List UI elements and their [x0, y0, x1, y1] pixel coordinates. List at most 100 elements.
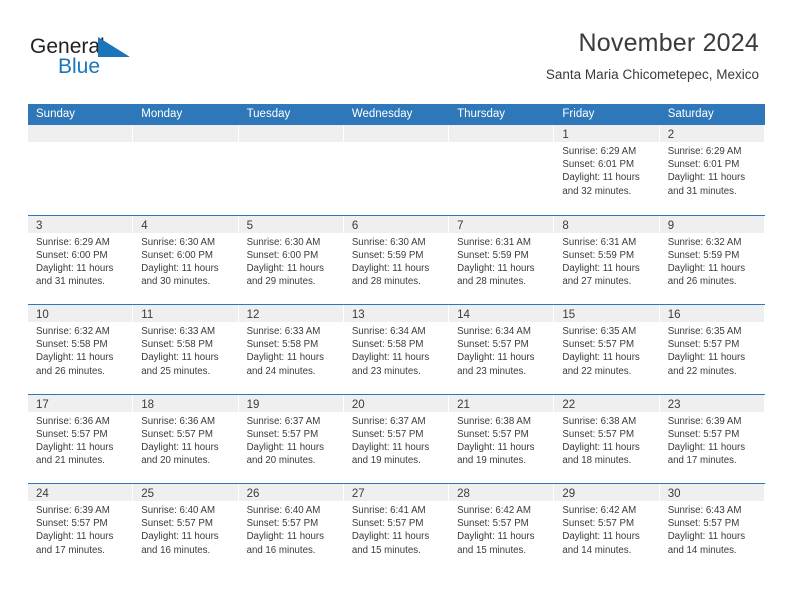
day-cell[interactable]: 9 Sunrise: 6:32 AM Sunset: 5:59 PM Dayli… [659, 215, 765, 304]
sunset-text: Sunset: 5:57 PM [246, 428, 319, 440]
date-band: 27 [343, 484, 449, 501]
day-info: Sunrise: 6:41 AM Sunset: 5:57 PM Dayligh… [344, 501, 448, 557]
day-cell[interactable] [238, 125, 344, 215]
day-cell[interactable]: 30 Sunrise: 6:43 AM Sunset: 5:57 PM Dayl… [659, 484, 765, 573]
brand-logo[interactable]: General Blue [30, 36, 150, 82]
week-row: 1 Sunrise: 6:29 AM Sunset: 6:01 PM Dayli… [28, 125, 765, 215]
date-number: 24 [36, 488, 49, 500]
daylight-text-line1: Daylight: 11 hours [141, 352, 219, 364]
sunrise-text: Sunrise: 6:40 AM [246, 505, 321, 516]
day-cell[interactable]: 24 Sunrise: 6:39 AM Sunset: 5:57 PM Dayl… [28, 484, 134, 573]
sunrise-text: Sunrise: 6:34 AM [457, 326, 531, 337]
daylight-text-line2: and 17 minutes. [667, 455, 737, 467]
date-number: 10 [36, 309, 49, 321]
daylight-text-line1: Daylight: 11 hours [667, 352, 746, 364]
daylight-text-line2: and 17 minutes. [36, 544, 105, 556]
day-cell[interactable]: 1 Sunrise: 6:29 AM Sunset: 6:01 PM Dayli… [554, 125, 660, 215]
sunrise-text: Sunrise: 6:42 AM [562, 505, 637, 516]
sunrise-text: Sunrise: 6:36 AM [36, 415, 110, 427]
sunrise-text: Sunrise: 6:39 AM [667, 415, 742, 427]
date-band: 6 [343, 215, 449, 233]
day-info: Sunrise: 6:33 AM Sunset: 5:58 PM Dayligh… [239, 322, 343, 378]
day-cell[interactable]: 2 Sunrise: 6:29 AM Sunset: 6:01 PM Dayli… [659, 125, 765, 215]
day-cell[interactable]: 18 Sunrise: 6:36 AM Sunset: 5:57 PM Dayl… [133, 394, 239, 483]
date-band: 8 [554, 215, 659, 233]
day-cell[interactable]: 14 Sunrise: 6:34 AM Sunset: 5:57 PM Dayl… [449, 305, 555, 394]
day-info: Sunrise: 6:29 AM Sunset: 6:01 PM Dayligh… [660, 142, 764, 198]
sunrise-text: Sunrise: 6:29 AM [36, 236, 110, 248]
daylight-text-line1: Daylight: 11 hours [667, 441, 746, 453]
date-number: 21 [457, 398, 470, 411]
date-band: 26 [238, 484, 343, 501]
day-cell[interactable]: 15 Sunrise: 6:35 AM Sunset: 5:57 PM Dayl… [554, 305, 660, 394]
date-number: 14 [457, 309, 470, 321]
day-cell[interactable]: 27 Sunrise: 6:41 AM Sunset: 5:57 PM Dayl… [343, 484, 450, 573]
daylight-text-line1: Daylight: 11 hours [562, 172, 640, 184]
sunrise-text: Sunrise: 6:41 AM [351, 505, 426, 516]
day-cell[interactable]: 11 Sunrise: 6:33 AM Sunset: 5:58 PM Dayl… [133, 305, 239, 394]
sunset-text: Sunset: 5:59 PM [457, 249, 529, 261]
daylight-text-line1: Daylight: 11 hours [246, 352, 324, 364]
page-title: November 2024 [578, 29, 759, 57]
day-cell[interactable]: 23 Sunrise: 6:39 AM Sunset: 5:57 PM Dayl… [659, 394, 765, 483]
sunset-text: Sunset: 5:59 PM [667, 249, 740, 261]
day-cell[interactable]: 13 Sunrise: 6:34 AM Sunset: 5:58 PM Dayl… [343, 305, 450, 394]
day-cell[interactable]: 17 Sunrise: 6:36 AM Sunset: 5:57 PM Dayl… [28, 394, 134, 483]
day-cell[interactable]: 22 Sunrise: 6:38 AM Sunset: 5:57 PM Dayl… [554, 394, 660, 483]
sunrise-text: Sunrise: 6:36 AM [141, 415, 216, 427]
day-cell[interactable] [343, 125, 450, 215]
daylight-text-line1: Daylight: 11 hours [667, 262, 746, 274]
day-cell[interactable]: 28 Sunrise: 6:42 AM Sunset: 5:57 PM Dayl… [449, 484, 555, 573]
date-number: 23 [667, 398, 681, 411]
date-band: 11 [133, 305, 238, 322]
date-band: 14 [449, 305, 554, 322]
date-number: 2 [667, 129, 675, 141]
day-cell[interactable]: 10 Sunrise: 6:32 AM Sunset: 5:58 PM Dayl… [28, 305, 134, 394]
date-number: 4 [141, 219, 148, 232]
daylight-text-line2: and 14 minutes. [562, 544, 632, 556]
day-cell[interactable]: 25 Sunrise: 6:40 AM Sunset: 5:57 PM Dayl… [133, 484, 239, 573]
day-info: Sunrise: 6:30 AM Sunset: 6:00 PM Dayligh… [239, 233, 343, 289]
sunset-text: Sunset: 5:57 PM [36, 518, 108, 530]
day-info [449, 142, 553, 145]
day-info: Sunrise: 6:29 AM Sunset: 6:00 PM Dayligh… [28, 233, 132, 289]
day-cell[interactable]: 3 Sunrise: 6:29 AM Sunset: 6:00 PM Dayli… [28, 215, 134, 304]
daylight-text-line1: Daylight: 11 hours [36, 441, 114, 453]
day-cell[interactable]: 16 Sunrise: 6:35 AM Sunset: 5:57 PM Dayl… [659, 305, 765, 394]
day-cell[interactable] [28, 125, 134, 215]
day-info: Sunrise: 6:35 AM Sunset: 5:57 PM Dayligh… [660, 322, 764, 378]
day-cell[interactable]: 29 Sunrise: 6:42 AM Sunset: 5:57 PM Dayl… [554, 484, 660, 573]
calendar-grid: Sunday Monday Tuesday Wednesday Thursday… [28, 104, 765, 573]
day-cell[interactable]: 5 Sunrise: 6:30 AM Sunset: 6:00 PM Dayli… [238, 215, 344, 304]
day-cell[interactable]: 8 Sunrise: 6:31 AM Sunset: 5:59 PM Dayli… [554, 215, 660, 304]
day-cell[interactable] [449, 125, 555, 215]
day-info: Sunrise: 6:40 AM Sunset: 5:57 PM Dayligh… [239, 501, 343, 557]
date-number: 17 [36, 398, 49, 411]
date-number: 19 [246, 398, 260, 411]
day-info: Sunrise: 6:39 AM Sunset: 5:57 PM Dayligh… [660, 412, 764, 468]
day-cell[interactable]: 26 Sunrise: 6:40 AM Sunset: 5:57 PM Dayl… [238, 484, 344, 573]
date-number: 29 [562, 488, 576, 500]
sunrise-text: Sunrise: 6:30 AM [141, 236, 216, 248]
daylight-text-line2: and 26 minutes. [667, 276, 737, 288]
daylight-text-line1: Daylight: 11 hours [246, 441, 324, 453]
date-band: 9 [659, 215, 764, 233]
day-cell[interactable]: 19 Sunrise: 6:37 AM Sunset: 5:57 PM Dayl… [238, 394, 344, 483]
day-cell[interactable]: 21 Sunrise: 6:38 AM Sunset: 5:57 PM Dayl… [449, 394, 555, 483]
date-band: 12 [238, 305, 343, 322]
sunset-text: Sunset: 5:57 PM [562, 339, 635, 351]
day-cell[interactable]: 6 Sunrise: 6:30 AM Sunset: 5:59 PM Dayli… [343, 215, 450, 304]
day-cell[interactable]: 12 Sunrise: 6:33 AM Sunset: 5:58 PM Dayl… [238, 305, 344, 394]
daylight-text-line1: Daylight: 11 hours [562, 352, 640, 364]
day-cell[interactable]: 7 Sunrise: 6:31 AM Sunset: 5:59 PM Dayli… [449, 215, 555, 304]
sunrise-text: Sunrise: 6:29 AM [667, 146, 742, 157]
day-cell[interactable]: 20 Sunrise: 6:37 AM Sunset: 5:57 PM Dayl… [343, 394, 450, 483]
day-info: Sunrise: 6:30 AM Sunset: 6:00 PM Dayligh… [133, 233, 237, 289]
daylight-text-line2: and 32 minutes. [562, 185, 632, 197]
week-row: 10 Sunrise: 6:32 AM Sunset: 5:58 PM Dayl… [28, 304, 765, 394]
daylight-text-line1: Daylight: 11 hours [36, 352, 114, 364]
day-cell[interactable]: 4 Sunrise: 6:30 AM Sunset: 6:00 PM Dayli… [133, 215, 239, 304]
sunset-text: Sunset: 6:00 PM [36, 249, 108, 261]
day-cell[interactable] [133, 125, 239, 215]
date-band [28, 125, 133, 142]
